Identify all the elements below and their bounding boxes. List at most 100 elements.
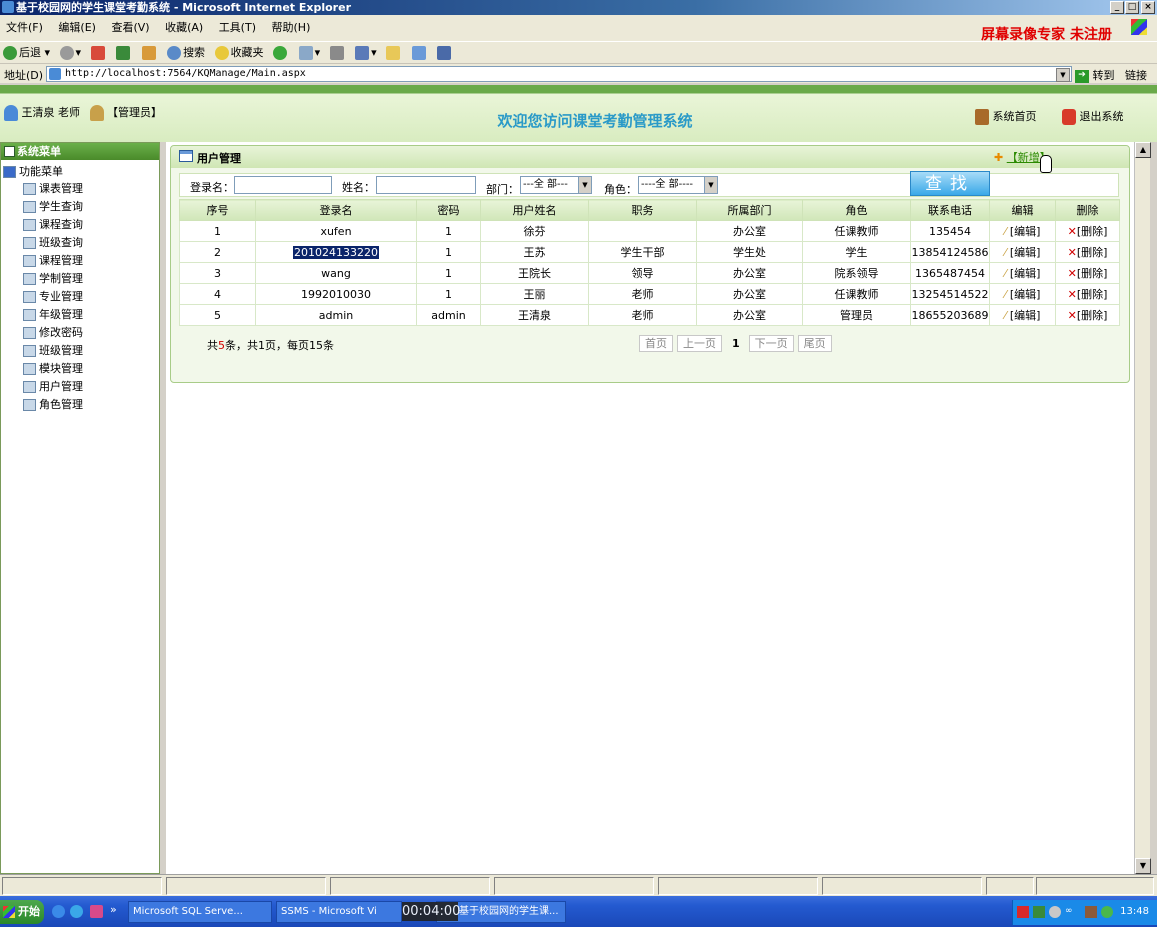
role-select[interactable]: ----全 部---- ▼: [638, 176, 718, 194]
sidebar: 系统菜单 功能菜单 课表管理 学生查询 课程查询 班级查询 课程管理 学制管理 …: [0, 142, 160, 874]
menu-file[interactable]: 文件(F): [0, 15, 49, 39]
back-button[interactable]: 后退 ▾: [3, 45, 50, 61]
chevron-down-icon: ▼: [704, 177, 717, 193]
forward-button[interactable]: ▾: [59, 45, 81, 61]
menu-icon: [4, 146, 15, 157]
ie-quicklaunch-icon[interactable]: [52, 905, 65, 918]
cell-dept: 办公室: [696, 262, 803, 284]
sidebar-item-timetable[interactable]: 课表管理: [23, 181, 83, 197]
delete-link[interactable]: ✕[删除]: [1055, 304, 1120, 326]
window-title: 基于校园网的学生课堂考勤系统 - Microsoft Internet Expl…: [16, 1, 351, 14]
close-button[interactable]: ×: [1141, 1, 1155, 14]
browser-quicklaunch-icon[interactable]: [70, 905, 83, 918]
favorites-button[interactable]: 收藏夹: [214, 45, 264, 61]
dept-select[interactable]: ---全 部--- ▼: [520, 176, 592, 194]
sidebar-item-class-query[interactable]: 班级查询: [23, 235, 83, 251]
edit-link[interactable]: ⁄ [编辑]: [989, 304, 1056, 326]
edit-link[interactable]: ⁄ [编辑]: [989, 283, 1056, 305]
mail-button[interactable]: ▾: [298, 45, 320, 61]
tray-volume-icon[interactable]: [1049, 906, 1061, 918]
sidebar-item-roles[interactable]: 角色管理: [23, 397, 83, 413]
edit-link[interactable]: ⁄ [编辑]: [989, 262, 1056, 284]
vertical-scrollbar[interactable]: ▲ ▼: [1134, 142, 1151, 874]
sidebar-item-password[interactable]: 修改密码: [23, 325, 83, 341]
address-dropdown-button[interactable]: ▼: [1056, 68, 1070, 82]
app-quicklaunch-icon[interactable]: [90, 905, 103, 918]
tray-status-icon[interactable]: [1101, 906, 1113, 918]
go-button[interactable]: ➔ 转到: [1075, 67, 1115, 83]
status-cell: [494, 877, 654, 895]
first-page-button[interactable]: 首页: [639, 335, 673, 352]
column-header: 职务: [588, 199, 697, 221]
delete-link[interactable]: ✕[删除]: [1055, 262, 1120, 284]
start-button[interactable]: 开始: [0, 900, 44, 924]
table-row: 3 wang 1 王院长 领导 办公室 院系领导 1365487454 ⁄ [编…: [179, 262, 1120, 284]
pager-info: 共5条，共1页，每页15条: [207, 339, 334, 352]
sidebar-root[interactable]: 功能菜单: [3, 164, 63, 180]
selected-text: 201024133220: [293, 245, 379, 259]
tray-network-icon[interactable]: [1033, 906, 1045, 918]
sidebar-item-grade[interactable]: 年级管理: [23, 307, 83, 323]
home-link[interactable]: 系统首页: [975, 109, 1037, 125]
sidebar-item-student-query[interactable]: 学生查询: [23, 199, 83, 215]
print-button[interactable]: [329, 45, 346, 61]
search-button[interactable]: 查找: [910, 171, 990, 196]
menu-help[interactable]: 帮助(H): [266, 15, 317, 39]
delete-link[interactable]: ✕[删除]: [1055, 283, 1120, 305]
refresh-button[interactable]: [116, 45, 132, 61]
stop-button[interactable]: [90, 45, 107, 61]
name-input[interactable]: [376, 176, 476, 194]
sidebar-item-school-system[interactable]: 学制管理: [23, 271, 83, 287]
menu-favorites[interactable]: 收藏(A): [159, 15, 209, 39]
menu-view[interactable]: 查看(V): [105, 15, 155, 39]
maximize-button[interactable]: □: [1125, 1, 1139, 14]
history-button[interactable]: [273, 45, 289, 61]
record-count: 5: [218, 339, 225, 352]
logout-link[interactable]: 退出系统: [1062, 109, 1124, 125]
sidebar-item-module[interactable]: 模块管理: [23, 361, 83, 377]
home-button[interactable]: [141, 45, 158, 61]
page-icon: [23, 399, 36, 411]
sidebar-item-users[interactable]: 用户管理: [23, 379, 83, 395]
sidebar-item-class-manage[interactable]: 班级管理: [23, 343, 83, 359]
forward-arrow-icon: [59, 46, 74, 60]
pencil-icon: ⁄: [1004, 246, 1007, 259]
cell-login: admin: [255, 304, 417, 326]
folder-button[interactable]: [386, 45, 402, 61]
delete-link[interactable]: ✕[删除]: [1055, 220, 1120, 242]
edit-link[interactable]: ⁄ [编辑]: [989, 241, 1056, 263]
edit-link[interactable]: ⁄ [编辑]: [989, 220, 1056, 242]
role-label: 角色：: [604, 183, 637, 196]
edit-page-button[interactable]: ▾: [355, 45, 377, 61]
quicklaunch-more-icon[interactable]: »: [110, 903, 117, 916]
research-button[interactable]: [437, 45, 453, 61]
next-page-button[interactable]: 下一页: [748, 335, 794, 352]
login-name-label: 登录名：: [190, 181, 234, 194]
plus-icon: ✚: [994, 151, 1004, 164]
links-button[interactable]: 链接: [1125, 67, 1147, 83]
search-button[interactable]: 搜索: [167, 45, 205, 61]
scroll-up-button[interactable]: ▲: [1135, 142, 1151, 158]
menu-edit[interactable]: 编辑(E): [52, 15, 102, 39]
messenger-button[interactable]: [411, 45, 428, 61]
last-page-button[interactable]: 尾页: [797, 335, 832, 352]
minimize-button[interactable]: _: [1110, 1, 1124, 14]
menu-tools[interactable]: 工具(T): [213, 15, 262, 39]
sidebar-item-major[interactable]: 专业管理: [23, 289, 83, 305]
tray-app-icon[interactable]: [1017, 906, 1029, 918]
login-name-input[interactable]: [234, 176, 332, 194]
sidebar-item-course-query[interactable]: 课程查询: [23, 217, 83, 233]
tray-monitor-icon[interactable]: [1085, 906, 1097, 918]
page-icon: [23, 327, 36, 339]
address-input[interactable]: http://localhost:7564/KQManage/Main.aspx: [46, 66, 1072, 82]
user-table: 序号 登录名 密码 用户姓名 职务 所属部门 角色 联系电话 编辑 删除 1 x…: [179, 199, 1120, 326]
prev-page-button[interactable]: 上一页: [677, 335, 722, 352]
address-label: 地址(D): [4, 69, 44, 82]
taskbar-item-ssms[interactable]: SSMS - Microsoft Vi: [276, 901, 402, 923]
delete-link[interactable]: ✕[删除]: [1055, 241, 1120, 263]
scroll-down-button[interactable]: ▼: [1135, 858, 1151, 874]
tray-link-icon[interactable]: ∞: [1065, 906, 1083, 918]
sidebar-item-course-manage[interactable]: 课程管理: [23, 253, 83, 269]
page-icon: [23, 183, 36, 195]
taskbar-item-sql-server[interactable]: Microsoft SQL Serve...: [128, 901, 272, 923]
